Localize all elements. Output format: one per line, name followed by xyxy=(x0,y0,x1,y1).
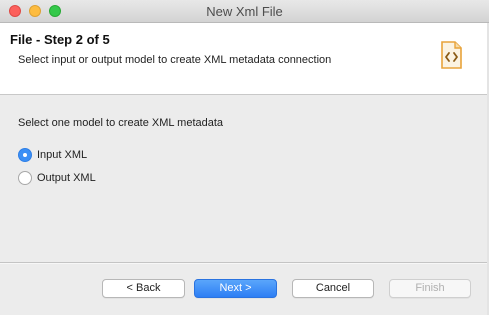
back-button[interactable]: < Back xyxy=(102,279,185,298)
next-button[interactable]: Next > xyxy=(194,279,277,298)
window-title: New Xml File xyxy=(206,4,283,19)
output-xml-label[interactable]: Output XML xyxy=(37,172,96,184)
button-bar-separator xyxy=(0,262,489,264)
model-selection-prompt: Select one model to create XML metadata xyxy=(18,117,224,129)
output-xml-radio[interactable] xyxy=(18,171,32,185)
wizard-banner: File - Step 2 of 5 Select input or outpu… xyxy=(0,23,489,95)
title-bar[interactable]: New Xml File xyxy=(0,0,489,23)
finish-button[interactable]: Finish xyxy=(389,279,471,298)
new-xml-file-dialog: New Xml File File - Step 2 of 5 Select i… xyxy=(0,0,489,315)
output-xml-option[interactable]: Output XML xyxy=(18,170,96,186)
cancel-button[interactable]: Cancel xyxy=(292,279,374,298)
wizard-step-description: Select input or output model to create X… xyxy=(18,54,332,66)
input-xml-radio[interactable] xyxy=(18,148,32,162)
input-xml-option[interactable]: Input XML xyxy=(18,147,87,163)
wizard-step-title: File - Step 2 of 5 xyxy=(10,32,110,47)
input-xml-label[interactable]: Input XML xyxy=(37,149,87,161)
xml-file-icon xyxy=(441,41,462,69)
